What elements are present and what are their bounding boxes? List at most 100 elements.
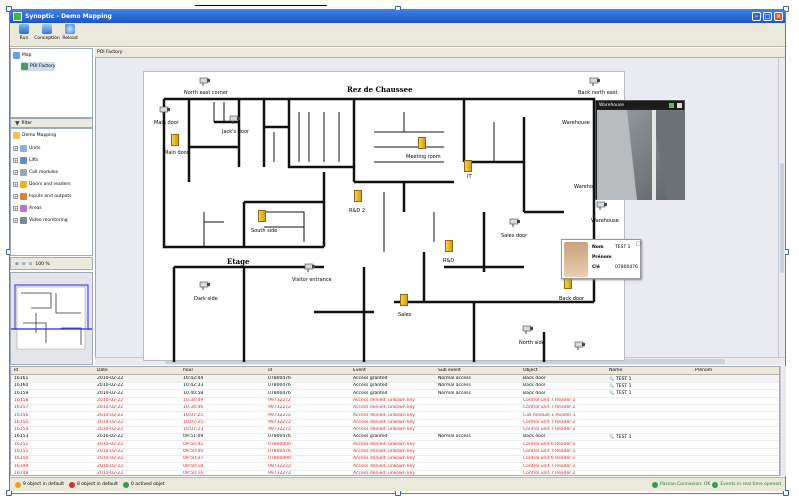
camera-icon[interactable] [522,324,534,334]
door-icon[interactable] [445,240,453,252]
tree-item-units[interactable]: + Units [13,144,41,153]
video-detach-icon[interactable] [669,102,674,108]
table-cell: 99732272 [268,412,291,418]
door-icon[interactable] [354,190,362,202]
maximize-button[interactable]: □ [763,12,772,21]
camera-icon[interactable] [509,217,521,227]
camera-icon[interactable] [574,340,586,350]
column-header[interactable]: Name [609,368,622,373]
column-header[interactable]: Sub event [438,368,461,373]
expand-icon[interactable]: + [13,182,18,187]
reload-label: Reload [62,36,78,41]
table-cell: 10:34:46 [183,405,204,411]
expand-icon[interactable]: + [13,194,18,199]
tree-item-call-modules[interactable]: + Call modules [13,168,58,177]
table-cell: Access granted [353,383,388,389]
column-header[interactable]: Date [97,368,108,373]
camera-icon[interactable] [199,76,211,86]
title-bar[interactable]: Synoptic - Demo Mapping – □ × [10,10,785,23]
column-header[interactable]: Event [353,368,366,373]
expand-icon[interactable]: + [13,206,18,211]
map-label: Main door [154,120,179,126]
close-icon[interactable]: □ [636,241,641,247]
table-row[interactable]: 16148 2010-02-22 09:50:16 99732272 Access de… [11,470,779,476]
table-header: Id Date hour id Event Sub event Object N… [11,367,779,375]
tree-item-lifts[interactable]: + Lifts [13,156,38,165]
door-icon[interactable] [400,294,408,306]
zoom-out-icon[interactable]: ⊖ [22,262,26,267]
zoom-level: 100 % [35,262,50,267]
door-icon[interactable] [464,160,472,172]
expand-icon[interactable]: + [13,218,18,223]
table-cell: Access denied: unkown key [353,412,415,418]
map-title: POI Factory [97,50,123,55]
map-vertical-scrollbar[interactable] [778,58,785,357]
camera-icon[interactable] [229,114,241,124]
column-header[interactable]: Id [14,368,18,373]
door-icon[interactable] [171,134,179,146]
door-icon[interactable] [258,210,266,222]
table-cell: Control unit 7 Reader 2 [523,427,576,433]
ok-icon [122,481,129,488]
reload-button[interactable]: Reload [60,23,80,45]
name-cell: 🔍 TEST 1 [609,376,631,382]
camera-icon[interactable] [596,200,608,210]
table-cell: 07800476 [268,390,291,396]
conception-button[interactable]: Conception [34,23,60,45]
run-label: Run [19,36,29,41]
run-icon [19,24,29,34]
table-cell: Call module 1 Reader 1 [523,412,576,418]
column-header[interactable]: Prénom [695,368,712,373]
zoom-in-icon[interactable]: ⊕ [15,262,19,267]
close-button[interactable]: × [774,12,783,21]
map-label: IT [467,174,472,180]
camera-icon[interactable] [159,105,171,115]
door-icon[interactable] [418,137,426,149]
camera-icon[interactable] [199,280,211,290]
table-cell: Access granted [353,376,388,381]
table-cell: 99732272 [268,463,291,469]
tree-item-areas[interactable]: + Areas [13,204,42,213]
tree-root-demo-mapping[interactable]: Demo Mapping [13,131,56,140]
minimap[interactable] [10,272,93,365]
table-cell: Control unit 6 Reader 1 [523,456,576,462]
camera-icon[interactable] [589,76,601,86]
table-cell: 10:07:23 [183,427,204,433]
run-button[interactable]: Run [14,23,34,45]
camera-icon[interactable] [304,262,316,272]
tree-item-doors-readers[interactable]: + Doors and readers [13,180,71,189]
expand-icon[interactable]: + [13,158,18,163]
expand-icon[interactable]: + [13,170,18,175]
table-cell: Control unit 7 Reader 2 [523,470,576,476]
video-close-icon[interactable] [677,102,682,108]
tree-item-map[interactable]: Map [13,51,32,60]
table-cell: 2010-02-22 [97,427,124,433]
tree-item-video-monitoring[interactable]: + Video monitoring [13,216,68,225]
table-cell: 2010-02-22 [97,434,124,440]
person-value-name: TEST 1 [615,245,631,250]
minimize-button[interactable]: – [752,12,761,21]
table-cell: 09:51:09 [183,434,204,440]
table-cell: Control unit 7 Reader 2 [523,463,576,469]
tree-item-poi-factory[interactable]: POI Factory [21,62,56,71]
tree-item-inputs-outputs[interactable]: + Inputs and outputs [13,192,72,201]
table-cell: Control unit 7 Reader 2 [523,405,576,411]
video-feed[interactable] [595,100,685,200]
floor-plan[interactable]: Rez de Chaussee Etage North east corner … [143,71,625,362]
table-cell: 2010-02-22 [97,405,124,411]
zoom-fit-icon[interactable]: ⊙ [29,262,33,267]
table-cell: Access denied: unkown key [353,449,415,454]
table-cell: 16159 [14,390,29,396]
table-cell: Access denied: unkown key [353,463,415,469]
tree-label: Doors and readers [29,182,71,187]
expand-icon[interactable]: + [13,146,18,151]
map-label: Back north east [578,90,618,96]
column-header[interactable]: id [268,368,272,373]
column-header[interactable]: Object [523,368,538,373]
map-label: North side [519,340,545,346]
zoom-bar: ⊕ ⊖ ⊙ 100 % [10,257,93,270]
table-vertical-scrollbar[interactable] [780,366,786,476]
camera-icon [20,217,27,224]
column-header[interactable]: hour [183,368,193,373]
filter-button[interactable]: ▼ filter [15,119,32,128]
